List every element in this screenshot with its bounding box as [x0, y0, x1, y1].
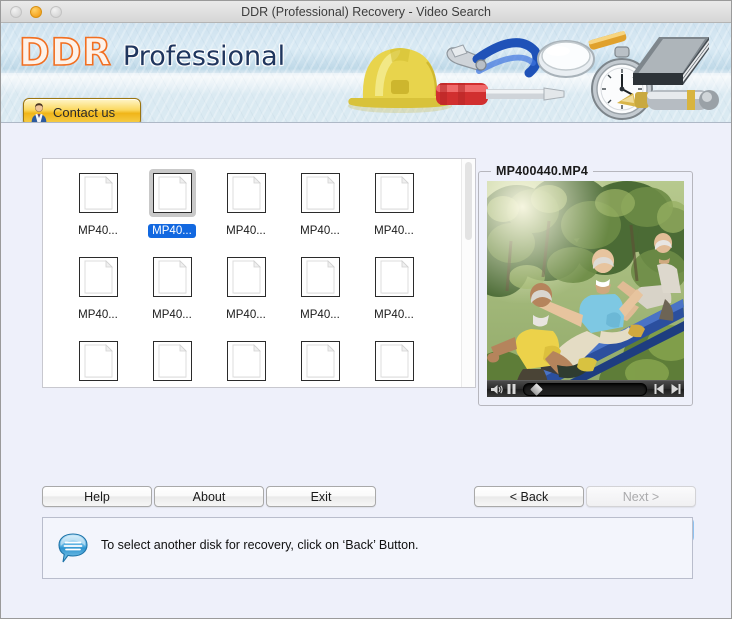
file-thumbnail [75, 337, 122, 385]
file-list-panel[interactable]: MP40... MP40... MP40... MP40... MP40... MP40.… [42, 158, 476, 388]
video-frame-image [487, 181, 684, 397]
exit-button[interactable]: Exit [266, 486, 376, 507]
back-button[interactable]: < Back [474, 486, 584, 507]
file-item-label: MP40... [78, 225, 118, 237]
screwdriver-icon [436, 83, 565, 105]
pen-icon [617, 90, 719, 110]
file-item-label: MP40... [300, 225, 340, 237]
file-list-scrollbar-thumb[interactable] [465, 162, 472, 240]
logo-professional-text: Professional [122, 41, 286, 72]
file-item[interactable]: MP40... [135, 337, 209, 387]
file-thumbnail [371, 337, 418, 385]
file-thumbnail [149, 253, 196, 301]
volume-icon[interactable] [490, 384, 504, 395]
file-thumbnail [223, 169, 270, 217]
file-item[interactable]: MP40... [135, 169, 209, 249]
file-item[interactable]: MP40... [209, 169, 283, 249]
pause-icon[interactable] [507, 384, 516, 394]
video-scrubber[interactable] [523, 382, 647, 396]
status-message: To select another disk for recovery, cli… [101, 538, 419, 552]
file-thumbnail [75, 253, 122, 301]
file-item[interactable]: MP40... [283, 169, 357, 249]
preview-file-name: MP400440.MP4 [491, 164, 594, 178]
file-item-label: MP40... [226, 309, 266, 321]
file-thumbnail [149, 337, 196, 385]
about-button[interactable]: About [154, 486, 264, 507]
video-preview[interactable] [487, 181, 684, 397]
file-item[interactable]: MP40... [61, 337, 135, 387]
file-item-label: MP40... [148, 224, 196, 238]
file-item[interactable]: MP40... [283, 253, 357, 333]
file-thumbnail [297, 337, 344, 385]
file-thumbnail [371, 253, 418, 301]
file-item-label: MP40... [374, 225, 414, 237]
contact-us-button[interactable]: Contact us [23, 98, 141, 122]
file-item-label: MP40... [78, 309, 118, 321]
logo-ddr-text: DDR [18, 30, 112, 75]
file-item-label: MP40... [226, 225, 266, 237]
app-logo: DDR Professional [18, 30, 286, 75]
header-tool-icons [335, 23, 725, 122]
file-list-scrollbar[interactable] [461, 159, 475, 387]
speech-bubble-icon [58, 533, 88, 563]
main-content: MP40... MP40... MP40... MP40... MP40... MP40.… [1, 123, 731, 618]
status-panel: To select another disk for recovery, cli… [42, 517, 693, 579]
file-item[interactable]: MP40... [357, 169, 431, 249]
next-button: Next > [586, 486, 696, 507]
file-item[interactable]: MP40... [357, 337, 431, 387]
window-title: DDR (Professional) Recovery - Video Sear… [241, 5, 491, 19]
file-grid: MP40... MP40... MP40... MP40... MP40... MP40.… [43, 159, 461, 387]
file-thumbnail [297, 169, 344, 217]
file-item[interactable]: MP40... [357, 253, 431, 333]
file-item[interactable]: MP40... [209, 253, 283, 333]
header-banner: DDR Professional Contact us [1, 23, 731, 123]
file-item[interactable]: MP40... [135, 253, 209, 333]
file-thumbnail [75, 169, 122, 217]
file-thumbnail [223, 253, 270, 301]
video-controls-bar [487, 380, 684, 397]
file-item-label: MP40... [300, 309, 340, 321]
file-thumbnail [371, 169, 418, 217]
file-thumbnail [148, 169, 196, 217]
file-item-label: MP40... [152, 309, 192, 321]
file-item[interactable]: MP40... [209, 337, 283, 387]
step-back-icon[interactable] [654, 384, 666, 394]
file-item-label: MP40... [374, 309, 414, 321]
file-thumbnail [297, 253, 344, 301]
title-bar: DDR (Professional) Recovery - Video Sear… [1, 1, 731, 23]
step-forward-icon[interactable] [669, 384, 681, 394]
person-icon [31, 102, 47, 122]
file-item[interactable]: MP40... [61, 169, 135, 249]
file-item[interactable]: MP40... [61, 253, 135, 333]
video-scrubber-knob[interactable] [530, 382, 543, 396]
application-window: DDR (Professional) Recovery - Video Sear… [0, 0, 732, 619]
file-thumbnail [223, 337, 270, 385]
help-button[interactable]: Help [42, 486, 152, 507]
file-item[interactable]: MP40... [283, 337, 357, 387]
contact-us-label: Contact us [53, 104, 116, 120]
